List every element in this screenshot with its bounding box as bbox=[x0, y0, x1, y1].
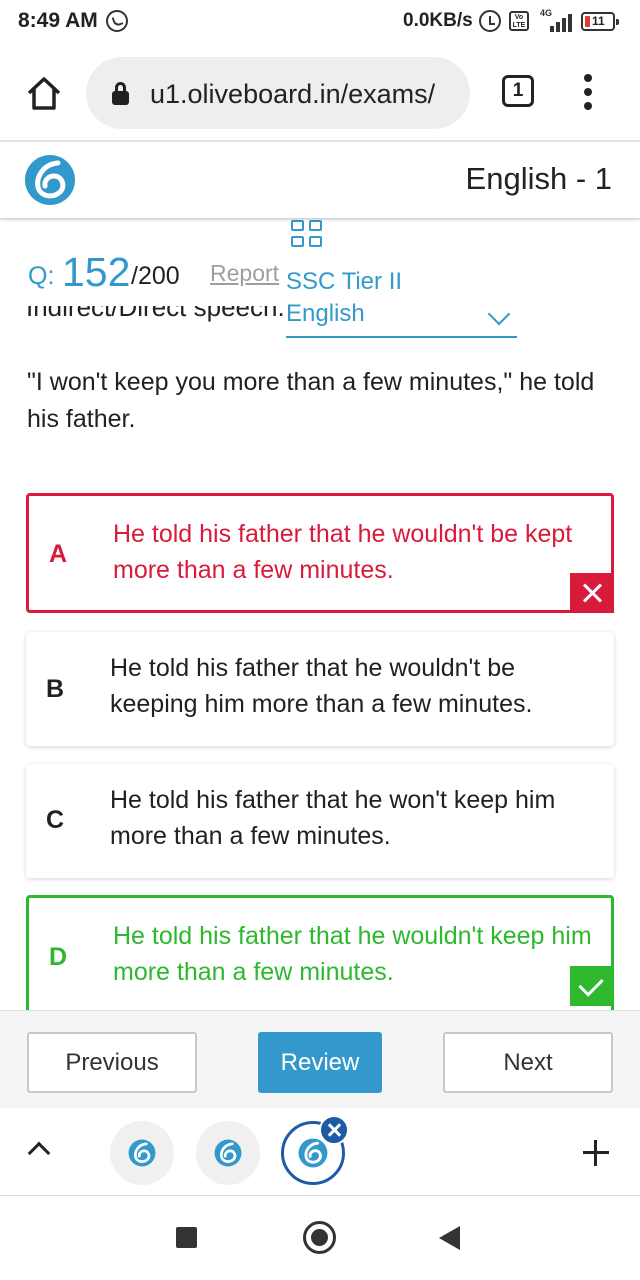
next-button[interactable]: Next bbox=[443, 1032, 613, 1093]
menu-icon[interactable] bbox=[576, 72, 600, 112]
option-b[interactable]: B He told his father that he wouldn't be… bbox=[26, 632, 614, 746]
check-icon bbox=[578, 971, 604, 997]
oliveboard-logo-icon bbox=[128, 1139, 156, 1167]
browser-toolbar: u1.oliveboard.in/exams/ 1 bbox=[0, 44, 640, 142]
option-letter: C bbox=[46, 806, 65, 834]
oliveboard-logo-icon[interactable] bbox=[24, 154, 76, 206]
option-text: He told his father that he wouldn't be k… bbox=[110, 654, 533, 718]
review-button[interactable]: Review bbox=[258, 1032, 382, 1093]
whatsapp-icon bbox=[106, 10, 128, 32]
question-area: Q: 152 /200 Report Indirect/Direct speec… bbox=[0, 218, 640, 1010]
home-icon[interactable] bbox=[24, 74, 64, 114]
option-a[interactable]: A He told his father that he wouldn't be… bbox=[26, 493, 614, 613]
oliveboard-logo-icon bbox=[298, 1138, 328, 1168]
chevron-up-icon[interactable] bbox=[27, 1141, 51, 1165]
status-time: 8:49 AM bbox=[18, 9, 98, 32]
close-icon bbox=[582, 583, 603, 603]
question-label: Q: bbox=[28, 262, 55, 290]
test-title: English - 1 bbox=[465, 161, 612, 196]
section-selected-value: SSC Tier II English bbox=[286, 268, 403, 327]
net-speed: 0.0KB/s bbox=[403, 10, 473, 31]
option-text: He told his father that he wouldn't keep… bbox=[113, 922, 592, 986]
battery-icon: 11 bbox=[581, 12, 619, 31]
option-letter: B bbox=[46, 675, 65, 703]
tabs-button[interactable]: 1 bbox=[502, 75, 534, 107]
report-link[interactable]: Report bbox=[210, 260, 279, 287]
question-text: "I won't keep you more than a few minute… bbox=[27, 368, 595, 433]
volte-icon: Vo LTE bbox=[509, 11, 529, 31]
close-icon[interactable] bbox=[319, 1115, 349, 1145]
network-type: 4G bbox=[540, 8, 553, 18]
back-icon[interactable] bbox=[439, 1226, 460, 1250]
question-total: /200 bbox=[131, 262, 180, 290]
previous-button[interactable]: Previous bbox=[27, 1032, 197, 1093]
option-text: He told his father that he won't keep hi… bbox=[110, 786, 556, 850]
option-letter: D bbox=[49, 943, 68, 971]
option-c[interactable]: C He told his father that he won't keep … bbox=[26, 764, 614, 878]
url-bar[interactable]: u1.oliveboard.in/exams/ bbox=[86, 57, 470, 129]
instruction-text: Indirect/Direct speech. bbox=[26, 306, 285, 322]
correct-answer-badge bbox=[570, 966, 614, 1006]
lock-icon bbox=[112, 82, 129, 105]
bubble-tray bbox=[0, 1108, 640, 1196]
alarm-icon bbox=[479, 10, 501, 32]
option-letter: A bbox=[49, 540, 68, 568]
app-header: English - 1 bbox=[0, 144, 640, 218]
question-grid-icon[interactable] bbox=[290, 220, 326, 250]
status-bar: 8:49 AM 0.0KB/s Vo LTE 4G 11 bbox=[0, 0, 640, 44]
chevron-down-icon bbox=[487, 302, 511, 326]
home-circle-icon[interactable] bbox=[303, 1221, 336, 1254]
oliveboard-logo-icon bbox=[214, 1139, 242, 1167]
wrong-answer-badge bbox=[570, 573, 614, 613]
app-bubble[interactable] bbox=[196, 1121, 260, 1185]
option-text: He told his father that he wouldn't be k… bbox=[113, 520, 573, 584]
action-bar: Previous Review Next bbox=[0, 1010, 640, 1108]
option-d[interactable]: D He told his father that he wouldn't ke… bbox=[26, 895, 614, 1010]
signal-icon: 4G bbox=[540, 8, 574, 34]
question-number: 152 bbox=[62, 249, 131, 295]
plus-icon[interactable] bbox=[583, 1140, 609, 1166]
recents-icon[interactable] bbox=[176, 1227, 197, 1248]
url-text: u1.oliveboard.in/exams/ bbox=[150, 79, 436, 109]
android-nav-bar bbox=[0, 1197, 640, 1280]
battery-level: 11 bbox=[592, 14, 605, 28]
section-dropdown[interactable]: SSC Tier II English bbox=[286, 266, 517, 338]
app-bubble[interactable] bbox=[110, 1121, 174, 1185]
